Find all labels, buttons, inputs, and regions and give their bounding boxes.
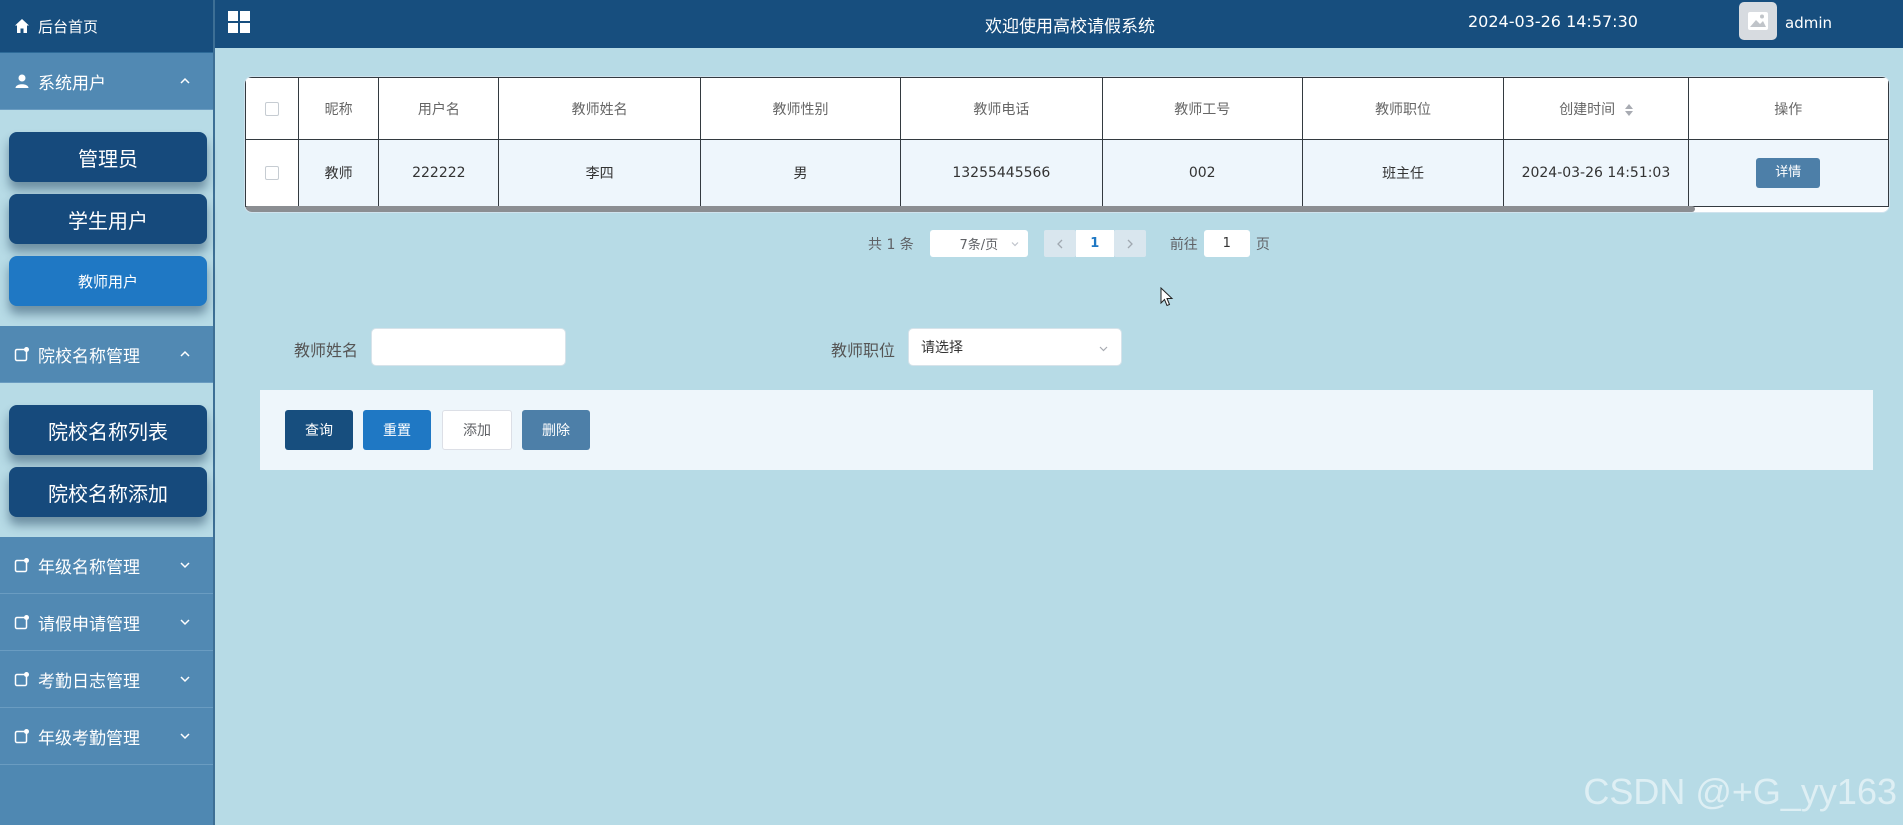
home-icon — [15, 19, 29, 33]
menu-grade-names-label: 年级名称管理 — [38, 557, 140, 578]
detail-button[interactable]: 详情 — [1756, 158, 1821, 188]
menu-leave-requests[interactable]: 请假申请管理 — [0, 594, 213, 651]
menu-system-users[interactable]: 系统用户 — [0, 53, 213, 110]
menu-school-names[interactable]: 院校名称管理 — [0, 326, 213, 383]
sidebar-item-teachers[interactable]: 教师用户 — [9, 256, 207, 306]
query-button[interactable]: 查询 — [285, 410, 353, 450]
teacher-name-input[interactable] — [371, 328, 566, 366]
chevron-down-icon — [1011, 242, 1019, 247]
page-suffix: 页 — [1255, 236, 1270, 253]
sidebar-home-label: 后台首页 — [38, 17, 99, 36]
username[interactable]: admin — [1785, 14, 1832, 32]
teacher-position-select[interactable]: 请选择 — [908, 328, 1122, 366]
reset-button[interactable]: 重置 — [363, 410, 431, 450]
edit-icon — [14, 672, 29, 687]
edit-icon — [14, 558, 29, 573]
total-count: 共 1 条 — [868, 236, 914, 253]
watermark: CSDN @+G_yy163 — [1583, 771, 1897, 812]
cell-position: 班主任 — [1301, 139, 1505, 207]
pagination: 共 1 条 7条/页 1 前往 1 页 — [868, 230, 1270, 257]
action-bar: 查询 重置 添加 删除 — [260, 390, 1873, 470]
page-title: 欢迎使用高校请假系统 — [985, 17, 1155, 37]
submenu-system-users: 管理员 学生用户 教师用户 — [0, 110, 213, 326]
mouse-cursor-icon — [1160, 287, 1174, 307]
sidebar-item-school-add[interactable]: 院校名称添加 — [9, 467, 207, 517]
user-icon — [15, 74, 29, 88]
chevron-up-icon — [180, 350, 190, 357]
page-size-value: 7条/页 — [959, 238, 999, 253]
teacher-position-label: 教师职位 — [831, 341, 896, 360]
menu-grade-attendance[interactable]: 年级考勤管理 — [0, 708, 213, 765]
cell-phone: 13255445566 — [900, 139, 1103, 207]
goto-label: 前往 — [1169, 236, 1198, 253]
chevron-down-icon — [1099, 346, 1108, 352]
menu-school-names-label: 院校名称管理 — [38, 346, 140, 367]
sidebar-home-link[interactable]: 后台首页 — [0, 0, 213, 53]
chevron-up-icon — [180, 77, 190, 84]
edit-icon — [14, 729, 29, 744]
cell-created-time: 2024-03-26 14:51:03 — [1503, 139, 1689, 207]
page-size-select[interactable]: 7条/页 — [929, 230, 1028, 257]
current-datetime: 2024-03-26 14:57:30 — [1468, 12, 1638, 31]
prev-page-button[interactable] — [1043, 230, 1076, 257]
top-bar: 欢迎使用高校请假系统 2024-03-26 14:57:30 admin — [215, 0, 1903, 48]
sidebar-item-school-list[interactable]: 院校名称列表 — [9, 405, 207, 455]
menu-attendance-logs-label: 考勤日志管理 — [38, 671, 140, 692]
sidebar-item-admin[interactable]: 管理员 — [9, 132, 207, 182]
select-all-cell — [245, 77, 300, 140]
table-row: 教师 222222 李四 男 13255445566 002 班主任 2024-… — [245, 139, 1889, 207]
cell-nickname: 教师 — [298, 139, 380, 207]
cell-teacher-name: 李四 — [498, 139, 701, 207]
column-header: 操作 — [1687, 77, 1889, 140]
column-header: 教师性别 — [699, 77, 902, 140]
delete-button[interactable]: 删除 — [522, 410, 590, 450]
menu-grade-names[interactable]: 年级名称管理 — [0, 537, 213, 594]
next-page-button[interactable] — [1113, 230, 1146, 257]
page-number-current[interactable]: 1 — [1075, 230, 1114, 257]
horizontal-scrollbar[interactable] — [245, 206, 1695, 212]
row-checkbox[interactable] — [265, 166, 280, 180]
edit-icon — [14, 615, 29, 630]
grid-menu-icon[interactable] — [227, 10, 251, 34]
table-header-row: 昵称 用户名 教师姓名 教师性别 教师电话 教师工号 教师职位 创建时间 操作 — [245, 77, 1889, 140]
menu-grade-attendance-label: 年级考勤管理 — [38, 728, 140, 749]
column-header: 教师职位 — [1301, 77, 1505, 140]
cell-gender: 男 — [699, 139, 902, 207]
menu-system-users-label: 系统用户 — [38, 73, 106, 94]
sort-icon[interactable] — [1624, 103, 1633, 116]
column-header-created[interactable]: 创建时间 — [1503, 77, 1689, 140]
cell-username: 222222 — [378, 139, 500, 207]
created-column-label: 创建时间 — [1559, 101, 1616, 118]
chevron-right-icon — [1127, 239, 1133, 248]
teacher-table: 昵称 用户名 教师姓名 教师性别 教师电话 教师工号 教师职位 创建时间 操作 … — [244, 76, 1890, 213]
column-header: 用户名 — [378, 77, 500, 140]
edit-icon — [14, 347, 29, 362]
teacher-position-placeholder: 请选择 — [921, 340, 963, 356]
chevron-down-icon — [180, 619, 190, 626]
row-select-cell — [245, 139, 300, 207]
cell-job-number: 002 — [1101, 139, 1303, 207]
menu-attendance-logs[interactable]: 考勤日志管理 — [0, 651, 213, 708]
cell-actions: 详情 — [1687, 139, 1889, 207]
column-header: 教师工号 — [1101, 77, 1303, 140]
goto-page-input[interactable]: 1 — [1203, 230, 1250, 257]
column-header: 昵称 — [298, 77, 380, 140]
sidebar: 后台首页 系统用户 管理员 学生用户 教师用户 院校名称管理 院校名称列表 院校… — [0, 0, 215, 825]
submenu-school-names: 院校名称列表 院校名称添加 — [0, 383, 213, 537]
avatar[interactable] — [1739, 2, 1777, 40]
column-header: 教师姓名 — [498, 77, 701, 140]
chevron-down-icon — [180, 733, 190, 740]
image-icon — [1748, 12, 1768, 30]
chevron-down-icon — [180, 562, 190, 569]
menu-leave-requests-label: 请假申请管理 — [38, 614, 140, 635]
chevron-left-icon — [1056, 239, 1063, 248]
column-header: 教师电话 — [900, 77, 1103, 140]
sidebar-item-students[interactable]: 学生用户 — [9, 194, 207, 244]
chevron-down-icon — [180, 676, 190, 683]
add-button[interactable]: 添加 — [442, 410, 512, 450]
teacher-name-label: 教师姓名 — [294, 341, 359, 360]
select-all-checkbox[interactable] — [265, 101, 280, 116]
